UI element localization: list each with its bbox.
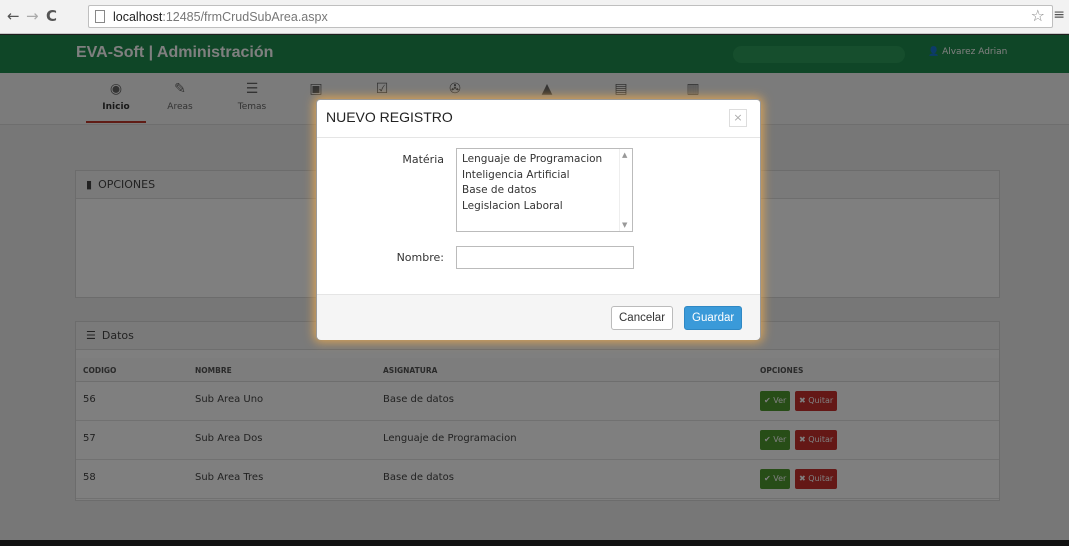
materia-listbox[interactable]: Lenguaje de Programacion Inteligencia Ar… [456, 148, 633, 232]
nombre-label: Nombre: [396, 251, 444, 264]
window-bottom-edge [0, 540, 1069, 546]
nombre-input[interactable] [456, 246, 634, 269]
materia-label: Matéria [402, 153, 444, 166]
page-icon [95, 10, 105, 23]
dialog-footer: Cancelar Guardar [317, 294, 760, 340]
scroll-up-icon[interactable]: ▲ [622, 151, 627, 159]
cancel-button[interactable]: Cancelar [611, 306, 674, 330]
close-icon[interactable]: × [729, 109, 747, 127]
reload-icon[interactable]: C [46, 8, 57, 24]
forward-arrow-icon[interactable]: → [26, 8, 39, 24]
dialog-title: NUEVO REGISTRO [326, 109, 453, 125]
address-bar[interactable]: localhost:12485/frmCrudSubArea.aspx [88, 5, 1053, 28]
back-arrow-icon[interactable]: ← [7, 8, 20, 24]
listbox-scrollbar[interactable]: ▲ ▼ [619, 149, 632, 231]
scroll-down-icon[interactable]: ▼ [622, 221, 627, 229]
url-text: localhost:12485/frmCrudSubArea.aspx [113, 10, 328, 24]
divider [317, 137, 760, 138]
materia-option[interactable]: Lenguaje de Programacion [457, 152, 632, 168]
nuevo-registro-dialog: NUEVO REGISTRO × Matéria Lenguaje de Pro… [316, 99, 761, 340]
materia-option[interactable]: Inteligencia Artificial [457, 168, 632, 184]
browser-toolbar: ← → C localhost:12485/frmCrudSubArea.asp… [0, 0, 1069, 34]
materia-option[interactable]: Legislacion Laboral [457, 199, 632, 215]
save-button[interactable]: Guardar [684, 306, 743, 330]
bookmark-star-icon[interactable]: ☆ [1031, 6, 1045, 25]
browser-menu-icon[interactable]: ≡ [1053, 7, 1065, 23]
materia-option[interactable]: Base de datos [457, 183, 632, 199]
